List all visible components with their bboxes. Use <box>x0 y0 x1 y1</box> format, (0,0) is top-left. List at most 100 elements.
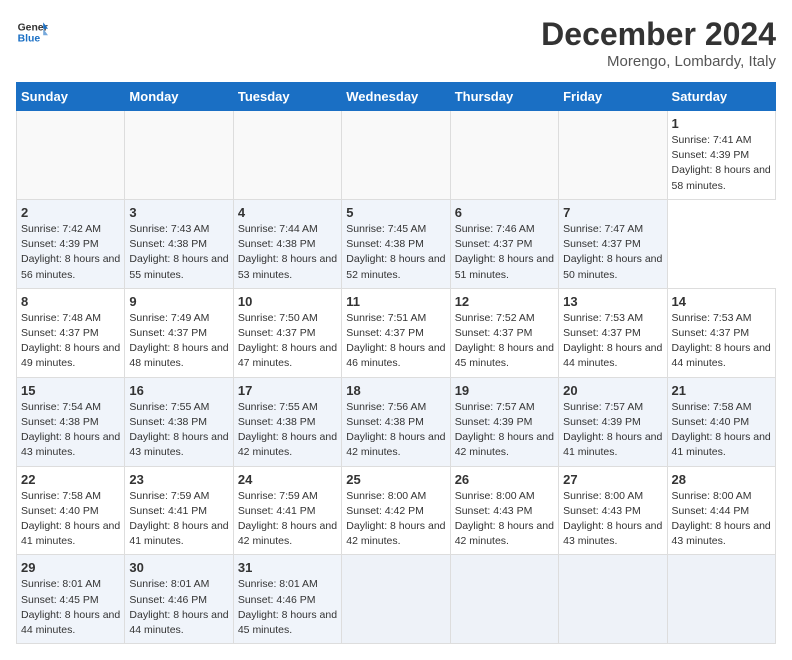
daylight: Daylight: 8 hours and 42 minutes. <box>346 431 445 458</box>
day-info: Sunrise: 7:53 AMSunset: 4:37 PMDaylight:… <box>563 311 662 372</box>
day-info: Sunrise: 7:53 AMSunset: 4:37 PMDaylight:… <box>672 311 771 372</box>
day-info: Sunrise: 8:00 AMSunset: 4:43 PMDaylight:… <box>455 489 554 550</box>
sunset: Sunset: 4:37 PM <box>21 327 99 339</box>
calendar-week-6: 29Sunrise: 8:01 AMSunset: 4:45 PMDayligh… <box>17 555 776 644</box>
daylight: Daylight: 8 hours and 41 minutes. <box>129 520 228 547</box>
daylight: Daylight: 8 hours and 43 minutes. <box>563 520 662 547</box>
sunrise: Sunrise: 7:50 AM <box>238 312 318 324</box>
sunset: Sunset: 4:37 PM <box>129 327 207 339</box>
calendar-cell: 27 Sunrise: 8:00 AM Sunset: 4:43 PM Dayligh… <box>559 466 667 555</box>
day-info: Sunrise: 8:00 AMSunset: 4:42 PMDaylight:… <box>346 489 445 550</box>
daylight: Daylight: 8 hours and 52 minutes. <box>346 253 445 280</box>
calendar-cell: 8Sunrise: 7:48 AMSunset: 4:37 PMDaylight… <box>17 288 125 377</box>
weekday-header-friday: Friday <box>559 83 667 111</box>
calendar-week-5: 22 Sunrise: 7:58 AMSunset: 4:40 PMDayligh… <box>17 466 776 555</box>
day-info: Sunrise: 7:47 AMSunset: 4:37 PMDaylight:… <box>563 222 662 283</box>
logo-icon: General Blue <box>16 16 48 48</box>
calendar-week-3: 8 Sunrise: 7:48 AM Sunset: 4:37 PM Daylight… <box>17 288 776 377</box>
sunset: Sunset: 4:45 PM <box>21 594 99 606</box>
day-info: Sunrise: 8:00 AM Sunset: 4:44 PM Daylight:… <box>672 489 771 550</box>
day-number: 18 <box>346 383 445 398</box>
daylight: Daylight: 8 hours and 47 minutes. <box>238 342 337 369</box>
daylight: Daylight: 8 hours and 43 minutes. <box>129 431 228 458</box>
sunrise: Sunrise: 7:47 AM <box>563 223 643 235</box>
daylight: Daylight: 8 hours and 48 minutes. <box>129 342 228 369</box>
sunrise: Sunrise: 7:54 AM <box>21 401 101 413</box>
weekday-header-wednesday: Wednesday <box>342 83 450 111</box>
sunrise: Sunrise: 7:43 AM <box>129 223 209 235</box>
day-number: 22 <box>21 472 120 487</box>
sunrise: Sunrise: 7:55 AM <box>238 401 318 413</box>
day-number: 20 <box>563 383 662 398</box>
calendar-cell: 3Sunrise: 7:43 AMSunset: 4:38 PMDaylight… <box>125 199 233 288</box>
calendar-cell <box>450 555 558 644</box>
day-info: Sunrise: 7:58 AMSunset: 4:40 PMDaylight:… <box>672 400 771 461</box>
day-info: Sunrise: 8:00 AM Sunset: 4:43 PM Daylight:… <box>563 489 662 550</box>
sunrise: Sunrise: 7:57 AM <box>455 401 535 413</box>
sunrise: Sunrise: 7:56 AM <box>346 401 426 413</box>
day-number: 27 <box>563 472 662 487</box>
daylight: Daylight: 8 hours and 55 minutes. <box>129 253 228 280</box>
day-info: Sunrise: 7:58 AMSunset: 4:40 PMDaylight:… <box>21 489 120 550</box>
sunrise: Sunrise: 7:53 AM <box>563 312 643 324</box>
sunset: Sunset: 4:42 PM <box>346 505 424 517</box>
sunrise: Sunrise: 8:00 AM <box>563 490 643 502</box>
logo: General Blue <box>16 16 48 48</box>
day-number: 16 <box>129 383 228 398</box>
day-number: 14 <box>672 294 771 309</box>
calendar-cell: 2Sunrise: 7:42 AMSunset: 4:39 PMDaylight… <box>17 199 125 288</box>
day-number: 4 <box>238 205 337 220</box>
sunrise: Sunrise: 7:42 AM <box>21 223 101 235</box>
sunset: Sunset: 4:38 PM <box>129 238 207 250</box>
sunset: Sunset: 4:37 PM <box>672 327 750 339</box>
day-number: 7 <box>563 205 662 220</box>
svg-text:Blue: Blue <box>18 34 41 45</box>
sunrise: Sunrise: 7:49 AM <box>129 312 209 324</box>
calendar-cell <box>450 111 558 200</box>
calendar-cell <box>233 111 341 200</box>
daylight: Daylight: 8 hours and 41 minutes. <box>563 431 662 458</box>
day-info: Sunrise: 7:57 AMSunset: 4:39 PMDaylight:… <box>563 400 662 461</box>
sunset: Sunset: 4:40 PM <box>672 416 750 428</box>
sunrise: Sunrise: 7:48 AM <box>21 312 101 324</box>
day-info: Sunrise: 7:52 AMSunset: 4:37 PMDaylight:… <box>455 311 554 372</box>
daylight: Daylight: 8 hours and 56 minutes. <box>21 253 120 280</box>
calendar-cell: 30Sunrise: 8:01 AMSunset: 4:46 PMDayligh… <box>125 555 233 644</box>
calendar-cell: 25Sunrise: 8:00 AMSunset: 4:42 PMDayligh… <box>342 466 450 555</box>
daylight: Daylight: 8 hours and 41 minutes. <box>672 431 771 458</box>
calendar-week-1: 1Sunrise: 7:41 AMSunset: 4:39 PMDaylight… <box>17 111 776 200</box>
day-info: Sunrise: 7:56 AM Sunset: 4:38 PM Daylight:… <box>346 400 445 461</box>
day-info: Sunrise: 7:48 AMSunset: 4:37 PMDaylight:… <box>21 311 120 372</box>
sunrise: Sunrise: 7:55 AM <box>129 401 209 413</box>
sunrise: Sunrise: 7:51 AM <box>346 312 426 324</box>
sunset: Sunset: 4:43 PM <box>563 505 641 517</box>
day-number: 13 <box>563 294 662 309</box>
sunrise: Sunrise: 8:00 AM <box>346 490 426 502</box>
sunset: Sunset: 4:38 PM <box>346 416 424 428</box>
daylight: Daylight: 8 hours and 43 minutes. <box>672 520 771 547</box>
calendar-cell: 10Sunrise: 7:50 AMSunset: 4:37 PMDayligh… <box>233 288 341 377</box>
sunset: Sunset: 4:44 PM <box>672 505 750 517</box>
day-info: Sunrise: 7:59 AMSunset: 4:41 PMDaylight:… <box>129 489 228 550</box>
day-number: 11 <box>346 294 445 309</box>
daylight: Daylight: 8 hours and 45 minutes. <box>238 609 337 636</box>
calendar-cell <box>559 111 667 200</box>
weekday-header-tuesday: Tuesday <box>233 83 341 111</box>
daylight: Daylight: 8 hours and 41 minutes. <box>21 520 120 547</box>
day-number: 9 <box>129 294 228 309</box>
weekday-header-saturday: Saturday <box>667 83 775 111</box>
weekday-header-monday: Monday <box>125 83 233 111</box>
calendar-cell: 31Sunrise: 8:01 AMSunset: 4:46 PMDayligh… <box>233 555 341 644</box>
daylight: Daylight: 8 hours and 58 minutes. <box>672 164 771 191</box>
calendar-subtitle: Morengo, Lombardy, Italy <box>541 53 776 70</box>
calendar-cell: 5Sunrise: 7:45 AMSunset: 4:38 PMDaylight… <box>342 199 450 288</box>
day-info: Sunrise: 7:43 AM Sunset: 4:38 PM Daylight:… <box>129 222 228 283</box>
day-number: 8 <box>21 294 120 309</box>
calendar-cell: 22 Sunrise: 7:58 AMSunset: 4:40 PMDayligh… <box>17 466 125 555</box>
weekday-header-thursday: Thursday <box>450 83 558 111</box>
day-info: Sunrise: 8:01 AMSunset: 4:46 PMDaylight:… <box>238 577 337 638</box>
calendar-cell: 29Sunrise: 8:01 AMSunset: 4:45 PMDayligh… <box>17 555 125 644</box>
sunset: Sunset: 4:38 PM <box>21 416 99 428</box>
sunset: Sunset: 4:38 PM <box>346 238 424 250</box>
sunrise: Sunrise: 8:00 AM <box>672 490 752 502</box>
